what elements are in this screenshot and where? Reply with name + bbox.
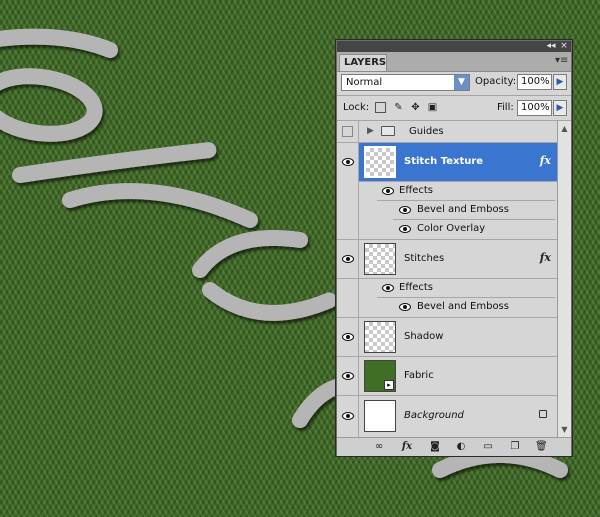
effects-label: Effects: [399, 282, 433, 293]
effect-item[interactable]: Bevel and Emboss: [417, 301, 509, 312]
layer-name: Background: [404, 410, 464, 421]
eye-icon[interactable]: [399, 225, 411, 233]
hidden-eye-icon[interactable]: [342, 126, 353, 137]
collapse-button[interactable]: ◂◂: [545, 41, 557, 52]
fx-icon[interactable]: fx: [540, 154, 551, 167]
link-icon[interactable]: ∞: [373, 441, 385, 452]
scroll-down-icon[interactable]: ▼: [560, 425, 569, 434]
panel-bottom-toolbar: ∞ fx ◙ ◐ ▭ ❐ 🗑: [337, 437, 571, 456]
panel-titlebar: ◂◂ ×: [337, 41, 571, 52]
layer-row-stitch-texture[interactable]: Stitch Texture fx: [337, 143, 557, 182]
fill-slider-arrow-icon[interactable]: ▶: [553, 100, 567, 116]
blend-mode-select[interactable]: Normal ▼: [341, 74, 470, 91]
layer-row-shadow[interactable]: Shadow: [337, 318, 557, 357]
eye-column: [337, 279, 359, 318]
eye-icon[interactable]: [399, 206, 411, 214]
panel-menu-icon[interactable]: ▾≡: [555, 56, 568, 66]
visibility-toggle[interactable]: [337, 318, 359, 357]
effects-group-stitch-texture: Effects Bevel and Emboss Color Overlay: [337, 182, 557, 240]
visibility-toggle[interactable]: [337, 357, 359, 396]
chevron-down-icon[interactable]: ▼: [454, 75, 469, 90]
new-layer-icon[interactable]: ❐: [509, 441, 521, 452]
eye-icon[interactable]: [382, 187, 394, 195]
effects-label: Effects: [399, 185, 433, 196]
layer-name: Guides: [409, 126, 444, 137]
visibility-toggle[interactable]: [337, 121, 359, 143]
fill-input[interactable]: 100%: [517, 100, 552, 116]
adjustment-icon[interactable]: ◐: [455, 441, 467, 452]
eye-column: [337, 182, 359, 240]
layer-thumbnail: [364, 146, 396, 178]
lock-fill-row: Lock: ✎ ✥ ▣ Fill: 100% ▶: [337, 96, 571, 120]
lock-icon: [539, 410, 547, 418]
smart-object-icon: ▸: [384, 380, 394, 390]
fx-icon[interactable]: fx: [401, 441, 413, 452]
divider: [393, 219, 555, 220]
eye-icon[interactable]: [342, 333, 354, 341]
visibility-toggle[interactable]: [337, 240, 359, 279]
eye-icon[interactable]: [342, 372, 354, 380]
effects-group-stitches: Effects Bevel and Emboss: [337, 279, 557, 318]
blend-mode-value: Normal: [346, 77, 383, 88]
effect-item[interactable]: Color Overlay: [417, 223, 485, 234]
close-button[interactable]: ×: [558, 41, 570, 52]
blend-opacity-row: Normal ▼ Opacity: 100% ▶: [337, 71, 571, 95]
folder-icon[interactable]: ▭: [482, 441, 494, 452]
effect-item[interactable]: Bevel and Emboss: [417, 204, 509, 215]
layer-name: Stitch Texture: [404, 156, 484, 167]
tab-layers[interactable]: LAYERS: [339, 54, 387, 71]
layer-name: Fabric: [404, 370, 434, 381]
eye-icon[interactable]: [399, 303, 411, 311]
visibility-toggle[interactable]: [337, 143, 359, 182]
layers-scrollbar[interactable]: ▲ ▼: [557, 121, 571, 437]
fill-label: Fill:: [497, 102, 514, 113]
eye-icon[interactable]: [342, 412, 354, 420]
opacity-slider-arrow-icon[interactable]: ▶: [553, 74, 567, 90]
layer-thumbnail: [364, 321, 396, 353]
visibility-toggle[interactable]: [337, 396, 359, 437]
opacity-input[interactable]: 100%: [517, 74, 552, 90]
layers-panel: ◂◂ × LAYERS ▾≡ Normal ▼ Opacity: 100% ▶ …: [336, 40, 572, 456]
layer-thumbnail: [364, 243, 396, 275]
layer-row-fabric[interactable]: ▸ Fabric: [337, 357, 557, 396]
panel-tabrow: LAYERS ▾≡: [337, 52, 571, 72]
layer-name: Stitches: [404, 253, 445, 264]
disclosure-triangle-icon[interactable]: ▶: [367, 126, 374, 136]
lock-image-icon[interactable]: ✎: [393, 102, 404, 113]
layer-row-stitches[interactable]: Stitches fx: [337, 240, 557, 279]
folder-icon: [381, 126, 395, 136]
lock-all-icon[interactable]: ▣: [427, 102, 438, 113]
divider: [377, 297, 555, 298]
layers-list: ▶ Guides Stitch Texture fx Effects Bevel…: [337, 121, 571, 437]
lock-position-icon[interactable]: ✥: [410, 102, 421, 113]
eye-icon[interactable]: [342, 158, 354, 166]
layer-row-background[interactable]: Background: [337, 396, 557, 437]
layer-thumbnail: [364, 400, 396, 432]
lock-label: Lock:: [343, 102, 370, 113]
layer-thumbnail: ▸: [364, 360, 396, 392]
fx-icon[interactable]: fx: [540, 251, 551, 264]
divider: [377, 200, 555, 201]
eye-icon[interactable]: [342, 255, 354, 263]
scroll-up-icon[interactable]: ▲: [560, 124, 569, 133]
layer-row-guides[interactable]: ▶ Guides: [337, 121, 557, 143]
opacity-label: Opacity:: [475, 76, 517, 87]
trash-icon[interactable]: 🗑: [535, 441, 548, 452]
layer-name: Shadow: [404, 331, 444, 342]
lock-transparent-icon[interactable]: [375, 102, 386, 113]
eye-icon[interactable]: [382, 284, 394, 292]
mask-icon[interactable]: ◙: [429, 441, 441, 452]
